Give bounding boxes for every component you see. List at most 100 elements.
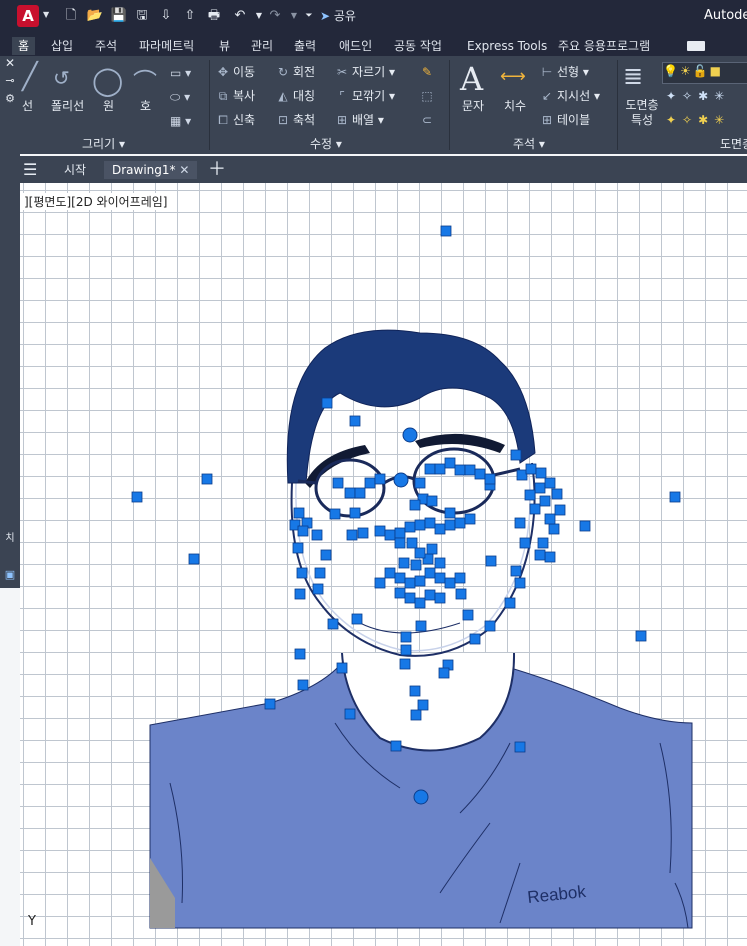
dimension-button[interactable]: 치수 bbox=[504, 98, 526, 114]
grip-handle[interactable] bbox=[400, 644, 412, 656]
new-file-icon[interactable]: 🗋 bbox=[62, 7, 80, 25]
grip-handle[interactable] bbox=[410, 709, 422, 721]
rotate-button[interactable]: ↻ 회전 bbox=[276, 64, 315, 80]
grip-handle[interactable] bbox=[297, 525, 309, 537]
leader-button[interactable]: ↙ 지시선 ▾ bbox=[540, 88, 600, 104]
grip-handle[interactable] bbox=[635, 630, 647, 642]
text-icon[interactable]: A bbox=[460, 60, 483, 98]
tab-annotate[interactable]: 주석 bbox=[95, 37, 117, 55]
grip-handle[interactable] bbox=[349, 507, 361, 519]
rectangle-icon[interactable]: ▭ ▾ bbox=[170, 66, 191, 80]
grip-handle[interactable] bbox=[404, 521, 416, 533]
tab-drawing1[interactable]: Drawing1* ✕ bbox=[104, 161, 198, 179]
redo-icon[interactable]: ↷ bbox=[266, 7, 284, 25]
grip-handle[interactable] bbox=[544, 477, 556, 489]
grip-handle[interactable] bbox=[455, 588, 467, 600]
grip-handle[interactable] bbox=[504, 597, 516, 609]
grip-handle[interactable] bbox=[434, 523, 446, 535]
grip-handle[interactable] bbox=[384, 567, 396, 579]
mirror-button[interactable]: ◭ 대칭 bbox=[276, 88, 315, 104]
save-as-icon[interactable]: 🖫 bbox=[133, 7, 151, 25]
hamburger-menu-icon[interactable]: ☰ bbox=[23, 161, 37, 179]
grip-handle[interactable] bbox=[444, 519, 456, 531]
grip-handle[interactable] bbox=[535, 467, 547, 479]
grip-handle[interactable] bbox=[399, 658, 411, 670]
grip-handle[interactable] bbox=[424, 463, 436, 475]
grip-handle[interactable] bbox=[529, 503, 541, 515]
grip-handle[interactable] bbox=[349, 415, 361, 427]
print-icon[interactable]: 🖶 bbox=[205, 7, 223, 25]
tab-output[interactable]: 출력 bbox=[294, 37, 316, 55]
grip-handle[interactable] bbox=[514, 741, 526, 753]
grip-handle[interactable] bbox=[519, 537, 531, 549]
share-button[interactable]: ➤ 공유 bbox=[320, 7, 356, 25]
new-tab-plus-icon[interactable]: ＋ bbox=[208, 161, 226, 179]
grip-handle[interactable] bbox=[293, 507, 305, 519]
grip-handle[interactable] bbox=[444, 507, 456, 519]
grip-handle[interactable] bbox=[201, 473, 213, 485]
tab-start[interactable]: 시작 bbox=[64, 161, 86, 179]
move-button[interactable]: ✥ 이동 bbox=[216, 64, 255, 80]
grip-handle[interactable] bbox=[414, 575, 426, 587]
grip-handle[interactable] bbox=[415, 620, 427, 632]
grip-handle[interactable] bbox=[544, 513, 556, 525]
grip-handle[interactable] bbox=[514, 517, 526, 529]
grip-handle[interactable] bbox=[551, 488, 563, 500]
ribbon-minimize-button[interactable] bbox=[687, 41, 705, 51]
scale-button[interactable]: ⊡ 축척 bbox=[276, 112, 315, 128]
tab-featured-apps[interactable]: 주요 응용프로그램 bbox=[558, 37, 650, 55]
grip-handle[interactable] bbox=[409, 499, 421, 511]
grip-handle[interactable] bbox=[410, 559, 422, 571]
grip-handle[interactable] bbox=[374, 473, 386, 485]
grip-handle[interactable] bbox=[297, 679, 309, 691]
array-button[interactable]: ⊞ 배열 ▾ bbox=[335, 112, 384, 128]
grip-handle[interactable] bbox=[434, 463, 446, 475]
grip-handle[interactable] bbox=[312, 583, 324, 595]
grip-handle[interactable] bbox=[434, 557, 446, 569]
center-grip[interactable] bbox=[402, 427, 418, 443]
draw-circle-button[interactable]: 원 bbox=[103, 98, 114, 114]
arc-icon[interactable]: ⌒ bbox=[133, 62, 157, 97]
grip-handle[interactable] bbox=[344, 487, 356, 499]
draw-panel-title[interactable]: 그리기 ▾ bbox=[82, 136, 125, 152]
palette-properties-icon[interactable]: ▣ bbox=[3, 568, 17, 581]
grip-handle[interactable] bbox=[390, 740, 402, 752]
draw-polyline-button[interactable]: 폴리선 bbox=[51, 98, 84, 114]
table-button[interactable]: ⊞ 테이블 bbox=[540, 112, 590, 128]
hatch-icon[interactable]: ▦ ▾ bbox=[170, 114, 191, 128]
grip-handle[interactable] bbox=[314, 567, 326, 579]
open-folder-icon[interactable]: 📂 bbox=[86, 7, 104, 25]
save-icon[interactable]: 💾 bbox=[110, 7, 128, 25]
tab-view[interactable]: 뷰 bbox=[219, 37, 230, 55]
grip-handle[interactable] bbox=[414, 547, 426, 559]
tab-manage[interactable]: 관리 bbox=[251, 37, 273, 55]
grip-handle[interactable] bbox=[669, 491, 681, 503]
grip-handle[interactable] bbox=[469, 633, 481, 645]
grip-handle[interactable] bbox=[414, 597, 426, 609]
text-button[interactable]: 문자 bbox=[462, 98, 484, 114]
chevron-down-icon[interactable]: ▼ bbox=[43, 10, 49, 19]
grip-handle[interactable] bbox=[434, 592, 446, 604]
grip-handle[interactable] bbox=[548, 523, 560, 535]
grip-handle[interactable] bbox=[320, 549, 332, 561]
grip-handle[interactable] bbox=[454, 572, 466, 584]
erase-button[interactable]: ✎ bbox=[420, 64, 437, 80]
grip-handle[interactable] bbox=[484, 620, 496, 632]
import-icon[interactable]: ⇩ bbox=[157, 7, 175, 25]
layer-stack-icon[interactable]: ≣ bbox=[623, 62, 643, 90]
layer-properties-button[interactable]: 도면층 특성 bbox=[620, 98, 664, 128]
grip-handle[interactable] bbox=[346, 529, 358, 541]
grip-handle[interactable] bbox=[534, 482, 546, 494]
grip-handle[interactable] bbox=[364, 477, 376, 489]
drawing-canvas[interactable]: Reabok ][평면도][2D 와이어프레임] Y bbox=[20, 183, 747, 946]
grip-handle[interactable] bbox=[294, 648, 306, 660]
grip-handle[interactable] bbox=[444, 457, 456, 469]
grip-handle[interactable] bbox=[414, 477, 426, 489]
grip-handle[interactable] bbox=[417, 699, 429, 711]
grip-handle[interactable] bbox=[514, 577, 526, 589]
pin-icon[interactable]: ⊸ bbox=[3, 74, 17, 87]
grip-handle[interactable] bbox=[394, 587, 406, 599]
modify-panel-title[interactable]: 수정 ▾ bbox=[310, 136, 342, 152]
grip-handle[interactable] bbox=[394, 572, 406, 584]
layer-tools-row-1[interactable]: ✦✧✱✳ bbox=[666, 88, 730, 104]
